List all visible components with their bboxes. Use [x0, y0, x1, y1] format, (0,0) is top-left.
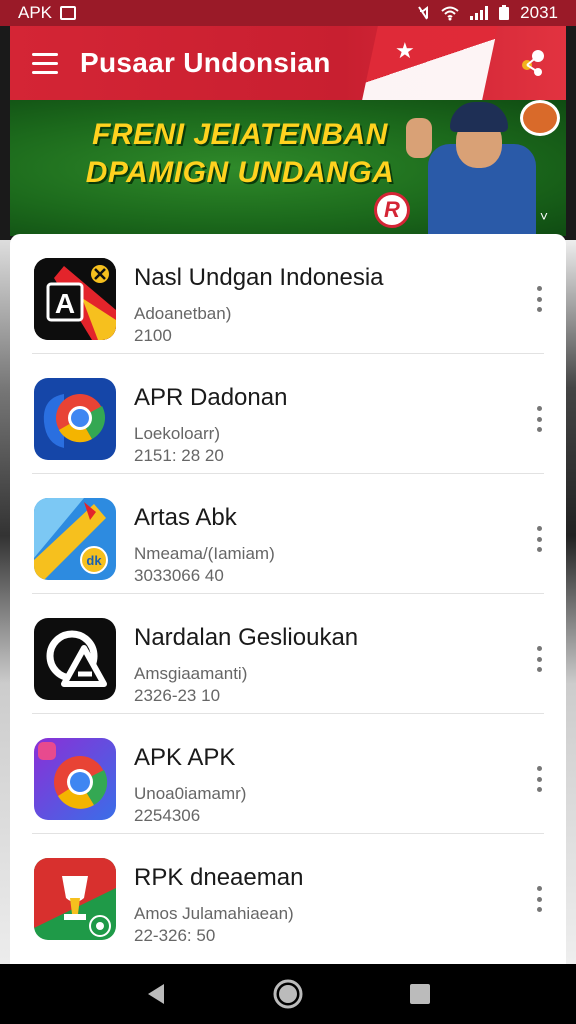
- signal-icon: [470, 6, 489, 20]
- list-item[interactable]: APR Dadonan Loekoloarr) 2151: 28 20: [10, 354, 566, 474]
- home-circle-icon[interactable]: [268, 974, 308, 1014]
- more-options-icon[interactable]: [532, 766, 546, 792]
- back-triangle-icon[interactable]: [136, 974, 176, 1014]
- app-number: 2100: [134, 326, 172, 345]
- app-subtitle: Loekoloarr): [134, 424, 220, 443]
- image-icon: [60, 6, 77, 20]
- list-item[interactable]: dk Artas Abk Nmeama/(Iamiam) 3033066 40: [10, 474, 566, 594]
- app-name: RPK dneaeman: [134, 864, 304, 891]
- app-subtitle: Amsgiaamanti): [134, 664, 248, 683]
- black-red-yellow-a-logo-icon: A: [34, 258, 116, 340]
- app-name: APR Dadonan: [134, 384, 288, 411]
- list-item[interactable]: RPK dneaeman Amos Julamahiaean) 22-326: …: [10, 834, 566, 954]
- app-number: 2254306: [134, 806, 201, 825]
- app-subtitle: Unoa0iamamr): [134, 784, 247, 803]
- system-nav-bar: [0, 964, 576, 1024]
- app-name: Artas Abk: [134, 504, 237, 531]
- app-icon-letter: A: [55, 288, 75, 319]
- app-number: 2326-23 10: [134, 686, 221, 705]
- wifi-icon: [441, 6, 459, 21]
- more-options-icon[interactable]: [532, 886, 546, 912]
- status-bar: APK 2031: [0, 0, 576, 26]
- tiger-mascot-icon: [520, 100, 560, 136]
- promo-banner[interactable]: FRENI JEIATENBAN DPAMIGN UNDANGA R ˅: [10, 100, 566, 236]
- more-options-icon[interactable]: [532, 286, 546, 312]
- list-item[interactable]: A Nasl Undgan Indonesia Adoanetban) 2100: [10, 234, 566, 354]
- app-number: 2151: 28 20: [134, 446, 224, 465]
- yellow-blue-maps-style-icon: dk: [34, 498, 116, 580]
- more-options-icon[interactable]: [532, 406, 546, 432]
- banner-headline: FRENI JEIATENBAN DPAMIGN UNDANGA: [80, 116, 400, 192]
- status-time: 2031: [520, 3, 558, 22]
- app-subtitle: Adoanetban): [134, 304, 232, 323]
- app-name: Nasl Undgan Indonesia: [134, 264, 384, 291]
- black-white-circle-a-icon: [34, 618, 116, 700]
- list-item[interactable]: Nardalan Geslioukan Amsgiaamanti) 2326-2…: [10, 594, 566, 714]
- banner-line-2: DPAMIGN UNDANGA: [85, 156, 395, 189]
- green-red-trophy-icon: [34, 858, 116, 940]
- chevron-down-icon[interactable]: ˅: [540, 208, 548, 224]
- app-icon-letter: dk: [86, 553, 102, 568]
- mute-icon: [418, 6, 429, 20]
- app-name: APK APK: [134, 744, 236, 771]
- more-options-icon[interactable]: [532, 646, 546, 672]
- flag-decoration: [362, 26, 498, 100]
- purple-chrome-style-icon: [34, 738, 116, 820]
- battery-icon: [499, 5, 510, 20]
- share-icon[interactable]: [516, 46, 550, 80]
- app-number: 3033066 40: [134, 566, 224, 585]
- app-header: Pusaar Undonsian ★: [10, 26, 566, 100]
- brand-logo-badge: R: [374, 192, 410, 228]
- app-name: Nardalan Geslioukan: [134, 624, 359, 651]
- app-list-sheet: A Nasl Undgan Indonesia Adoanetban) 2100…: [10, 234, 566, 964]
- more-options-icon[interactable]: [532, 526, 546, 552]
- header-title: Pusaar Undonsian: [80, 47, 331, 78]
- status-left-text: APK: [18, 3, 53, 22]
- recents-square-icon[interactable]: [400, 974, 440, 1014]
- blue-chrome-style-icon: [34, 378, 116, 460]
- list-item[interactable]: APK APK Unoa0iamamr) 2254306: [10, 714, 566, 834]
- app-subtitle: Amos Julamahiaean): [134, 904, 294, 923]
- app-number: 22-326: 50: [134, 926, 216, 945]
- app-subtitle: Nmeama/(Iamiam): [134, 544, 275, 563]
- star-icon: ★: [395, 38, 415, 63]
- hamburger-menu-icon[interactable]: [10, 26, 80, 100]
- banner-line-1: FRENI JEIATENBAN: [92, 118, 388, 151]
